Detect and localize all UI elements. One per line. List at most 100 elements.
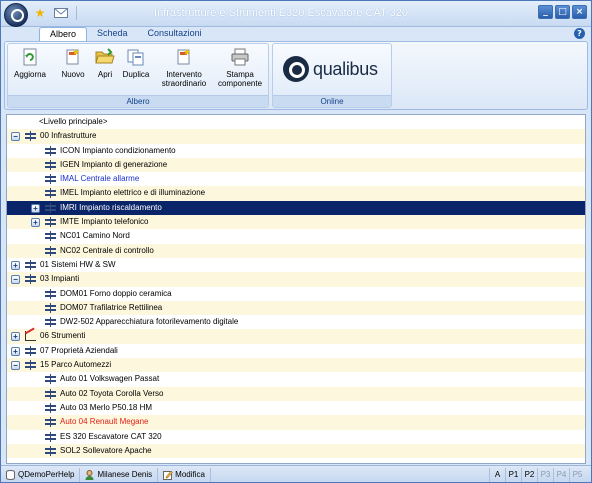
apri-button[interactable]: Apri bbox=[92, 47, 118, 79]
tree-row[interactable]: Auto 02 Toyota Corolla Verso bbox=[7, 386, 585, 401]
intervento-straordinario-button[interactable]: Intervento straordinario bbox=[158, 47, 210, 88]
component-node-icon bbox=[45, 388, 56, 399]
user-icon bbox=[85, 469, 94, 480]
tree-row[interactable]: ES 320 Escavatore CAT 320 bbox=[7, 430, 585, 444]
tree-row[interactable]: DW2-502 Apparecchiatura fotorilevamento … bbox=[7, 315, 585, 329]
status-user-label: Milanese Denis bbox=[97, 470, 153, 479]
expand-icon[interactable]: + bbox=[11, 346, 20, 356]
duplica-button[interactable]: Duplica bbox=[120, 47, 152, 79]
component-node-icon bbox=[45, 231, 56, 242]
priority-p4[interactable]: P4 bbox=[553, 468, 569, 482]
tab-scheda[interactable]: Scheda bbox=[87, 27, 138, 41]
status-database[interactable]: QDemoPerHelp bbox=[1, 467, 81, 482]
priority-a[interactable]: A bbox=[489, 468, 505, 482]
new-document-icon bbox=[63, 47, 83, 67]
tree-row[interactable]: Auto 03 Merlo P50.18 HM bbox=[7, 401, 585, 415]
tree-row[interactable]: IGEN Impianto di generazione bbox=[7, 157, 585, 173]
database-icon bbox=[6, 469, 15, 480]
application-menu-button[interactable] bbox=[4, 3, 28, 27]
tree-row[interactable]: NC02 Centrale di controllo bbox=[7, 243, 585, 258]
tree-row[interactable]: − 15 Parco Automezzi bbox=[7, 358, 585, 373]
intervention-icon bbox=[174, 47, 194, 67]
component-node-icon bbox=[45, 445, 56, 456]
component-node-icon bbox=[45, 417, 56, 428]
component-node-icon bbox=[25, 345, 36, 356]
tree-row-label: <Livello principale> bbox=[39, 117, 108, 126]
help-icon[interactable]: ? bbox=[574, 28, 585, 39]
priority-p5[interactable]: P5 bbox=[569, 468, 585, 482]
tree-row[interactable]: − 03 Impianti bbox=[7, 272, 585, 287]
tree-row-label: 00 Infrastrutture bbox=[40, 131, 97, 141]
tree-row-label: Auto 02 Toyota Corolla Verso bbox=[60, 388, 164, 398]
expand-icon[interactable]: + bbox=[31, 218, 40, 228]
status-user[interactable]: Milanese Denis bbox=[80, 467, 159, 482]
maximize-button[interactable]: □ bbox=[555, 5, 570, 19]
group-label-albero: Albero bbox=[8, 95, 268, 107]
nuovo-button[interactable]: Nuovo bbox=[58, 47, 88, 79]
aggiorna-button[interactable]: Aggiorna bbox=[14, 47, 46, 79]
tree-row[interactable]: +01 Sistemi HW & SW bbox=[7, 258, 585, 272]
priority-p1[interactable]: P1 bbox=[505, 468, 521, 482]
tree-row[interactable]: + IMRI Impianto riscaldamento bbox=[7, 200, 585, 216]
tree-row[interactable]: + IMTE Impianto telefonico bbox=[7, 215, 585, 230]
tree-row[interactable]: <Livello principale> bbox=[7, 115, 585, 129]
ribbon-tabs: Albero Scheda Consultazioni bbox=[39, 27, 212, 41]
priority-p2[interactable]: P2 bbox=[521, 468, 537, 482]
status-database-label: QDemoPerHelp bbox=[18, 470, 75, 479]
minimize-button[interactable]: _ bbox=[538, 5, 553, 19]
ribbon-group-albero: Aggiorna Nuovo Apri Duplica Intervento s… bbox=[7, 43, 269, 108]
tree-row-label: 01 Sistemi HW & SW bbox=[40, 259, 116, 269]
tree-row[interactable]: SOL2 Sollevatore Apache bbox=[7, 443, 585, 459]
collapse-icon[interactable]: − bbox=[11, 132, 20, 142]
component-node-icon bbox=[45, 431, 56, 442]
tree-row[interactable]: DOM07 Trafilatrice Rettilinea bbox=[7, 300, 585, 316]
component-node-icon bbox=[25, 360, 36, 371]
tree-row[interactable]: +07 Proprietà Aziendali bbox=[7, 344, 585, 358]
title-bar: ★ Infrastrutture e Strumenti E320 Escava… bbox=[1, 1, 591, 27]
priority-p3[interactable]: P3 bbox=[537, 468, 553, 482]
stampa-componente-label: Stampa componente bbox=[217, 70, 263, 88]
tree-row-label: DOM01 Forno doppio ceramica bbox=[60, 288, 172, 298]
tree-row[interactable]: IMEL Impianto elettrico e di illuminazio… bbox=[7, 186, 585, 201]
component-node-icon bbox=[45, 202, 56, 213]
group-label-online: Online bbox=[273, 95, 391, 107]
ribbon-group-online: qualibus Online bbox=[272, 43, 392, 108]
tree-row-label: Auto 04 Renault Megane bbox=[60, 417, 149, 427]
tree-row[interactable]: DOM01 Forno doppio ceramica bbox=[7, 287, 585, 301]
component-node-icon bbox=[25, 274, 36, 285]
tree-row-label: IMRI Impianto riscaldamento bbox=[60, 202, 162, 212]
collapse-icon[interactable]: − bbox=[11, 275, 20, 285]
mail-icon[interactable] bbox=[52, 5, 70, 21]
priority-filters: A P1 P2 P3 P4 P5 bbox=[489, 468, 585, 482]
tab-albero[interactable]: Albero bbox=[39, 27, 88, 41]
tree-row[interactable]: IMAL Centrale allarme bbox=[7, 172, 585, 186]
tree-view[interactable]: <Livello principale> − 00 Infrastrutture IC… bbox=[6, 114, 586, 464]
qualibus-logo-icon bbox=[283, 56, 309, 82]
tree-row[interactable]: − 00 Infrastrutture bbox=[7, 129, 585, 144]
status-mode[interactable]: Modifica bbox=[158, 467, 211, 482]
tree-row[interactable]: NC01 Camino Nord bbox=[7, 229, 585, 243]
expand-icon[interactable]: + bbox=[11, 332, 20, 342]
star-icon[interactable]: ★ bbox=[31, 5, 49, 21]
tree-row[interactable]: Auto 01 Volkswagen Passat bbox=[7, 372, 585, 386]
collapse-icon[interactable]: − bbox=[11, 361, 20, 371]
intervento-straordinario-label: Intervento straordinario bbox=[161, 70, 207, 88]
component-node-icon bbox=[45, 288, 56, 299]
tree-row[interactable]: Auto 04 Renault Megane bbox=[7, 415, 585, 430]
tree-row-label: ES 320 Escavatore CAT 320 bbox=[60, 431, 162, 441]
tree-row-label: IMEL Impianto elettrico e di illuminazio… bbox=[60, 188, 206, 198]
stampa-componente-button[interactable]: Stampa componente bbox=[214, 47, 266, 88]
expand-icon[interactable]: + bbox=[31, 203, 40, 213]
status-mode-label: Modifica bbox=[175, 470, 205, 479]
qualibus-logo[interactable]: qualibus bbox=[283, 52, 383, 86]
component-node-icon bbox=[25, 259, 36, 270]
tree-row-label: IGEN Impianto di generazione bbox=[60, 159, 168, 169]
tree-row[interactable]: +06 Strumenti bbox=[7, 329, 585, 344]
tree-row[interactable]: ICON Impianto condizionamento bbox=[7, 144, 585, 158]
duplica-label: Duplica bbox=[122, 70, 150, 79]
tab-consultazioni[interactable]: Consultazioni bbox=[138, 27, 212, 41]
component-node-icon bbox=[45, 317, 56, 328]
close-button[interactable]: × bbox=[572, 5, 587, 19]
tree-row-label: NC02 Centrale di controllo bbox=[60, 245, 154, 255]
expand-icon[interactable]: + bbox=[11, 260, 20, 270]
